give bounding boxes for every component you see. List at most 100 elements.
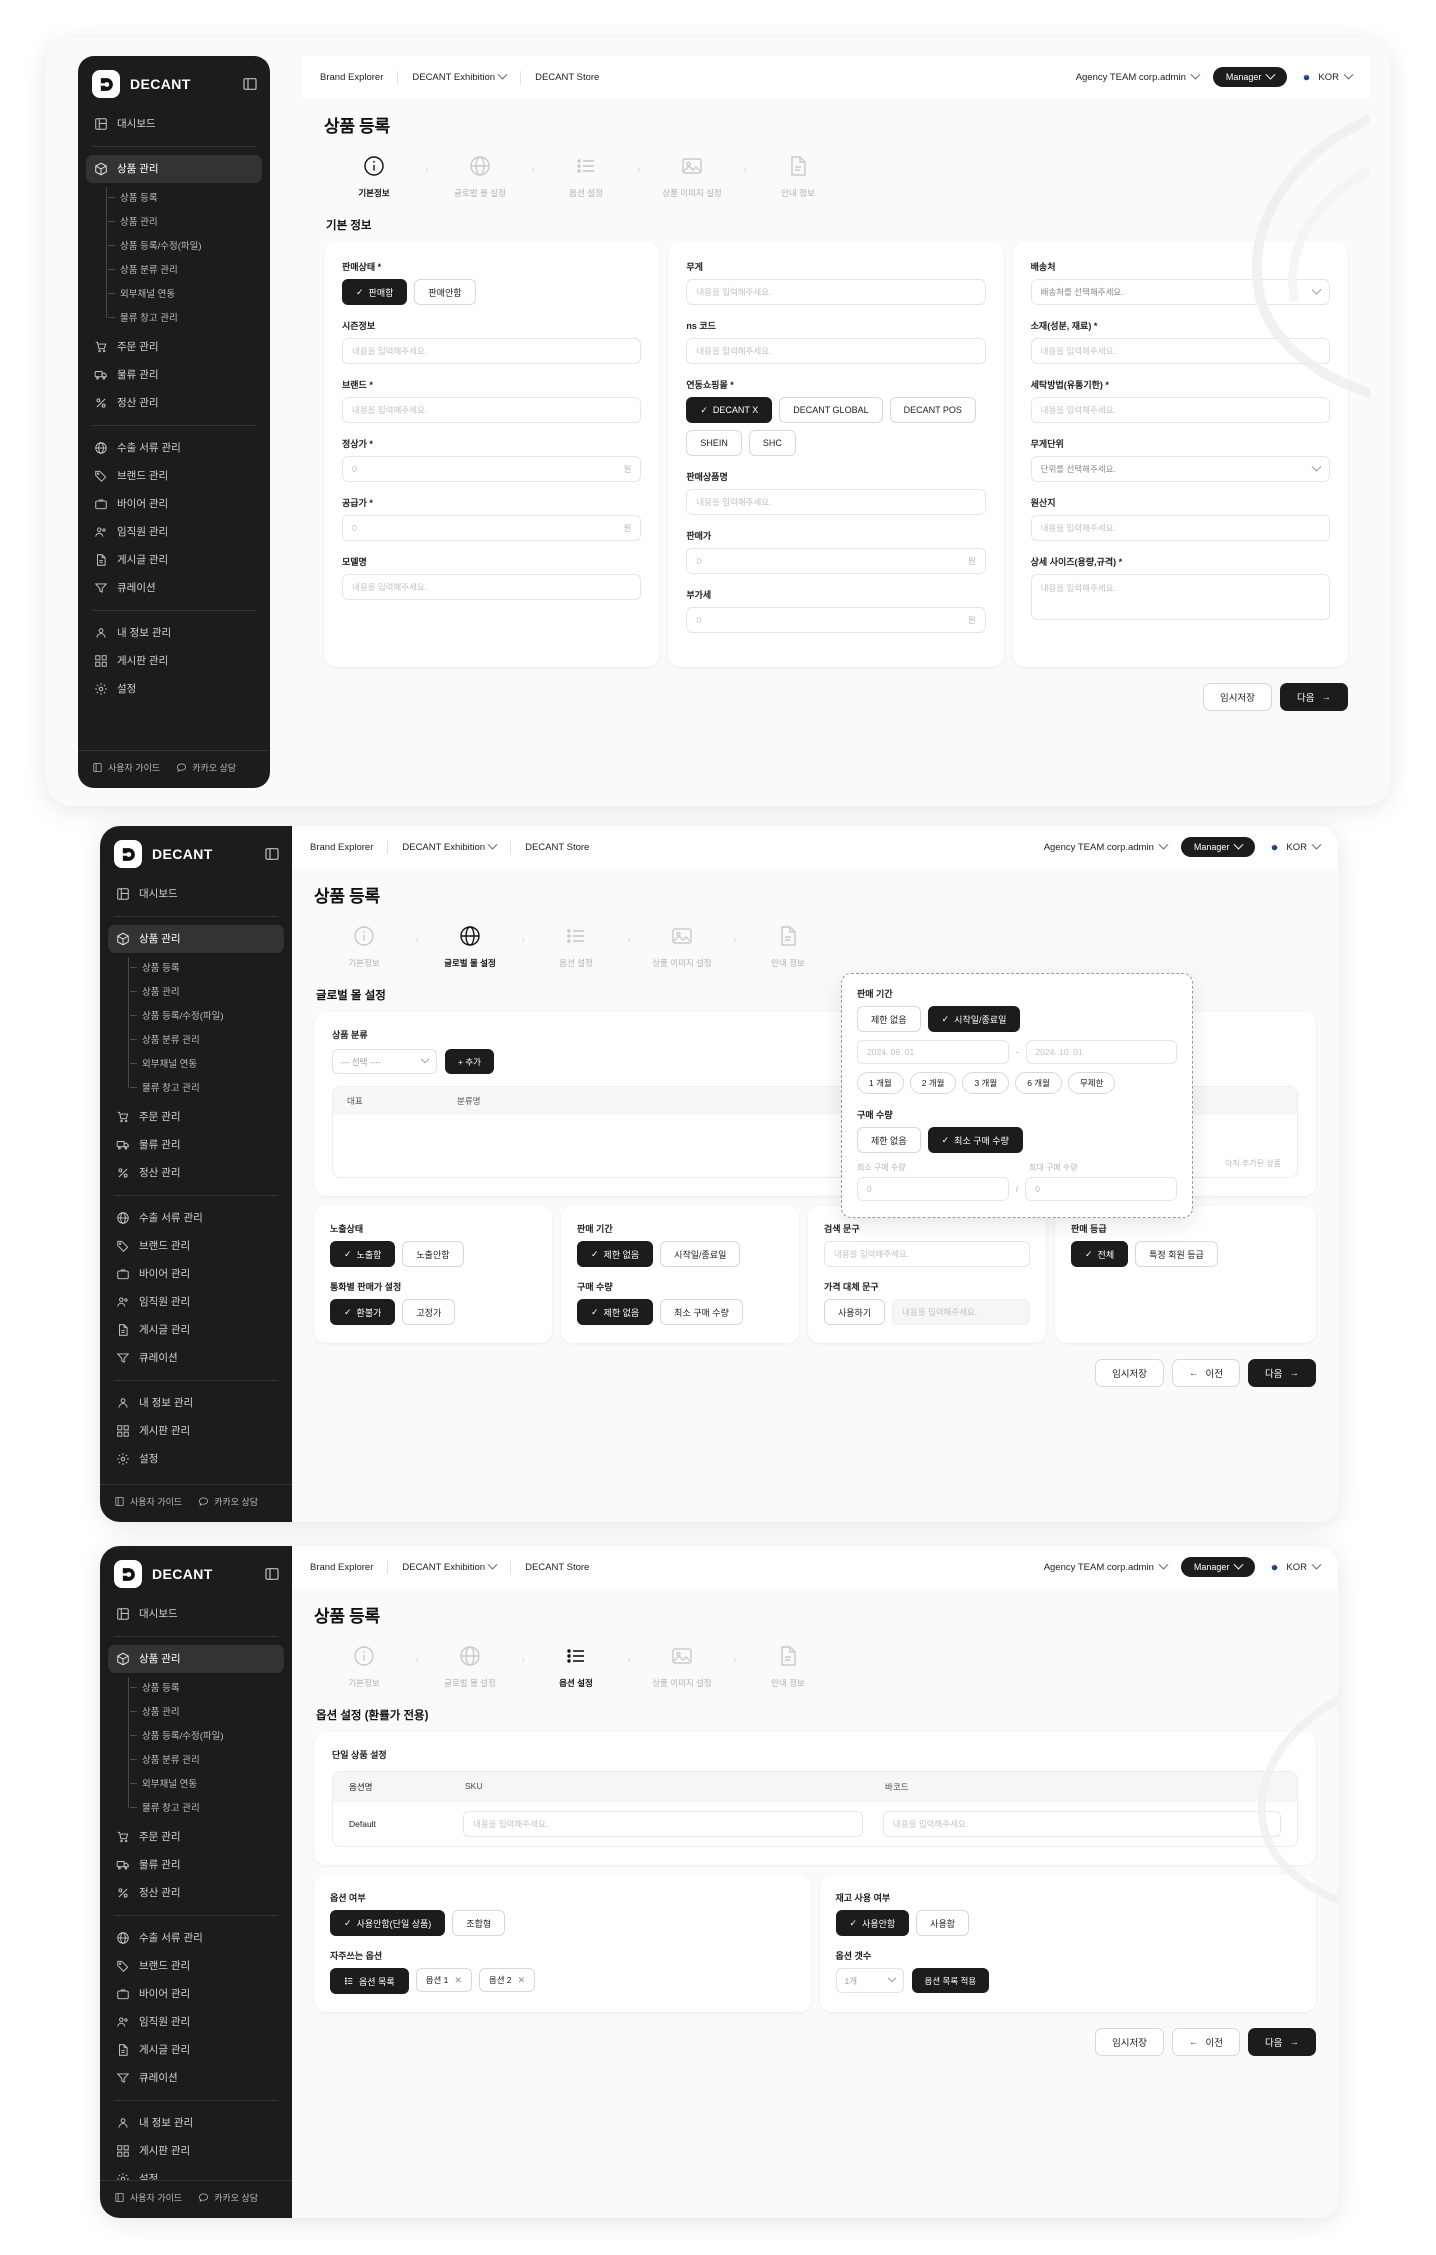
sidebar-item-export-docs[interactable]: 수출 서류 관리	[108, 1204, 284, 1232]
sidebar-item-buyer[interactable]: 바이어 관리	[108, 1260, 284, 1288]
language-selector[interactable]: KOR	[1301, 69, 1354, 83]
kakao-chat-link[interactable]: 카카오 상담	[198, 1495, 258, 1508]
chip-unlimited[interactable]: 무제한	[1067, 1072, 1116, 1094]
brand-input[interactable]: 내용을 입력해주세요.	[342, 397, 642, 423]
chip-6-months[interactable]: 6 개월	[1015, 1072, 1062, 1094]
price-alt-use-button[interactable]: 사용하기	[824, 1299, 886, 1325]
step-guide-info[interactable]: 안내 정보	[754, 153, 842, 199]
chip-1-month[interactable]: 1 개월	[857, 1072, 904, 1094]
model-input[interactable]: 내용을 입력해주세요.	[342, 574, 642, 600]
user-guide-link[interactable]: 사용자 가이드	[114, 1495, 182, 1508]
sidebar-item-curation[interactable]: 큐레이션	[108, 1344, 284, 1372]
step-guide-info[interactable]: 안내 정보	[744, 923, 832, 969]
detail-size-textarea[interactable]: 내용을 입력해주세요.	[1030, 574, 1330, 620]
sidebar-item-my-info[interactable]: 내 정보 관리	[108, 1389, 284, 1417]
apply-option-list-button[interactable]: 옵션 목록 적용	[911, 1968, 990, 1993]
sidebar-sub-1[interactable]: 상품 관리	[130, 979, 284, 1003]
sidebar-sub-0[interactable]: 상품 등록	[130, 1675, 284, 1699]
next-button[interactable]: 다음 →	[1280, 683, 1348, 711]
sidebar-item-employee[interactable]: 임직원 관리	[108, 1288, 284, 1316]
sidebar-item-product-mgmt[interactable]: 상품 관리	[86, 155, 262, 183]
sku-input[interactable]: 내용을 입력해주세요.	[463, 1811, 863, 1837]
weight-input[interactable]: 내용을 입력해주세요.	[686, 279, 986, 305]
sidebar-item-posts[interactable]: 게시글 관리	[108, 2036, 284, 2064]
breadcrumb-0[interactable]: Brand Explorer	[310, 1562, 387, 1573]
sidebar-item-employee[interactable]: 임직원 관리	[86, 518, 262, 546]
prev-button[interactable]: ← 이전	[1172, 1359, 1241, 1387]
vat-input[interactable]: 0원	[686, 607, 986, 633]
wash-method-input[interactable]: 내용을 입력해주세요.	[1030, 397, 1330, 423]
sidebar-sub-0[interactable]: 상품 등록	[130, 955, 284, 979]
sale-state-off-button[interactable]: 판매안함	[414, 279, 476, 305]
mall-button-decant-pos[interactable]: DECANT POS	[889, 397, 976, 423]
sidebar-item-brand[interactable]: 브랜드 관리	[86, 462, 262, 490]
breadcrumb-2[interactable]: DECANT Store	[511, 1562, 603, 1573]
step-basic-info[interactable]: 기본정보	[320, 923, 408, 969]
sale-price-input[interactable]: 0원	[686, 548, 986, 574]
language-selector[interactable]: KOR	[1269, 839, 1322, 853]
sidebar-sub-1[interactable]: 상품 관리	[108, 209, 262, 233]
step-basic-info[interactable]: 기본정보	[330, 153, 418, 199]
breadcrumb-2[interactable]: DECANT Store	[511, 842, 603, 853]
min-qty-input[interactable]: 0	[857, 1177, 1009, 1201]
step-option[interactable]: 옵션 설정	[542, 153, 630, 199]
barcode-input[interactable]: 내용을 입력해주세요.	[883, 1811, 1281, 1837]
role-badge[interactable]: Manager	[1180, 837, 1256, 857]
step-global-mall[interactable]: 글로벌 몰 설정	[426, 1643, 514, 1689]
grade-specific-button[interactable]: 특정 회원 등급	[1135, 1241, 1218, 1267]
sidebar-item-settlement[interactable]: 정산 관리	[108, 1159, 284, 1187]
sidebar-item-my-info[interactable]: 내 정보 관리	[108, 2109, 284, 2137]
breadcrumb-1[interactable]: DECANT Exhibition	[388, 1559, 510, 1573]
step-image[interactable]: 상품 이미지 설정	[648, 153, 736, 199]
option-list-button[interactable]: 옵션 목록	[330, 1968, 409, 1994]
sidebar-item-settlement[interactable]: 정산 관리	[86, 389, 262, 417]
expose-off-button[interactable]: 노출안함	[402, 1241, 464, 1267]
sidebar-sub-4[interactable]: 외부채널 연동	[130, 1051, 284, 1075]
user-guide-link[interactable]: 사용자 가이드	[92, 761, 160, 774]
sidebar-sub-5[interactable]: 물류 창고 관리	[130, 1075, 284, 1099]
option-unused-button[interactable]: ✓ 사용안함(단일 상품)	[330, 1910, 446, 1936]
sidebar-item-my-info[interactable]: 내 정보 관리	[86, 619, 262, 647]
sidebar-sub-2[interactable]: 상품 등록/수정(파일)	[130, 1003, 284, 1027]
shipping-place-select[interactable]: 배송처를 선택해주세요.	[1030, 279, 1330, 305]
sidebar-item-orders[interactable]: 주문 관리	[108, 1103, 284, 1131]
next-button[interactable]: 다음 →	[1248, 1359, 1316, 1387]
next-button[interactable]: 다음 →	[1248, 2028, 1316, 2056]
sidebar-item-curation[interactable]: 큐레이션	[86, 574, 262, 602]
user-guide-link[interactable]: 사용자 가이드	[114, 2191, 182, 2204]
sidebar-item-logistics[interactable]: 물류 관리	[108, 1851, 284, 1879]
step-guide-info[interactable]: 안내 정보	[744, 1643, 832, 1689]
period-range-button[interactable]: 시작일/종료일	[660, 1241, 741, 1267]
sidebar-sub-0[interactable]: 상품 등록	[108, 185, 262, 209]
search-phrase-input[interactable]: 내용을 입력해주세요.	[824, 1241, 1030, 1267]
currency-refundable-button[interactable]: ✓ 환불가	[330, 1299, 396, 1325]
sidebar-item-export-docs[interactable]: 수출 서류 관리	[86, 434, 262, 462]
option-chip-1[interactable]: 옵션 1 ✕	[415, 1968, 472, 1992]
date-start-input[interactable]: 2024. 09. 01	[857, 1040, 1009, 1064]
price-alt-input[interactable]: 내용을 입력해주세요.	[892, 1299, 1030, 1325]
category-select[interactable]: --- 선택 ----	[332, 1049, 437, 1074]
role-badge[interactable]: Manager	[1212, 67, 1288, 87]
sidebar-item-brand[interactable]: 브랜드 관리	[108, 1232, 284, 1260]
sidebar-item-orders[interactable]: 주문 관리	[86, 333, 262, 361]
account-menu[interactable]: Agency TEAM corp.admin	[1044, 1559, 1169, 1573]
option-combination-button[interactable]: 조합형	[452, 1910, 506, 1936]
prev-button[interactable]: ← 이전	[1172, 2028, 1241, 2056]
add-category-button[interactable]: + 추가	[445, 1049, 494, 1074]
sidebar-item-buyer[interactable]: 바이어 관리	[108, 1980, 284, 2008]
period-unlimited-button[interactable]: ✓ 제한 없음	[577, 1241, 654, 1267]
normal-price-input[interactable]: 0원	[342, 456, 642, 482]
sidebar-sub-3[interactable]: 상품 분류 관리	[130, 1747, 284, 1771]
sidebar-sub-2[interactable]: 상품 등록/수정(파일)	[130, 1723, 284, 1747]
sidebar-item-product-mgmt[interactable]: 상품 관리	[108, 1645, 284, 1673]
sidebar-item-product-mgmt[interactable]: 상품 관리	[108, 925, 284, 953]
kakao-chat-link[interactable]: 카카오 상담	[198, 2191, 258, 2204]
sidebar-sub-3[interactable]: 상품 분류 관리	[108, 257, 262, 281]
chip-2-months[interactable]: 2 개월	[909, 1072, 957, 1094]
mall-button-decant-x[interactable]: ✓ DECANT X	[686, 397, 773, 423]
sidebar-item-export-docs[interactable]: 수출 서류 관리	[108, 1924, 284, 1952]
sidebar-item-settlement[interactable]: 정산 관리	[108, 1879, 284, 1907]
sidebar-item-dashboard[interactable]: 대시보드	[108, 1600, 284, 1628]
sidebar-item-posts[interactable]: 게시글 관리	[108, 1316, 284, 1344]
max-qty-input[interactable]: 0	[1025, 1177, 1178, 1201]
